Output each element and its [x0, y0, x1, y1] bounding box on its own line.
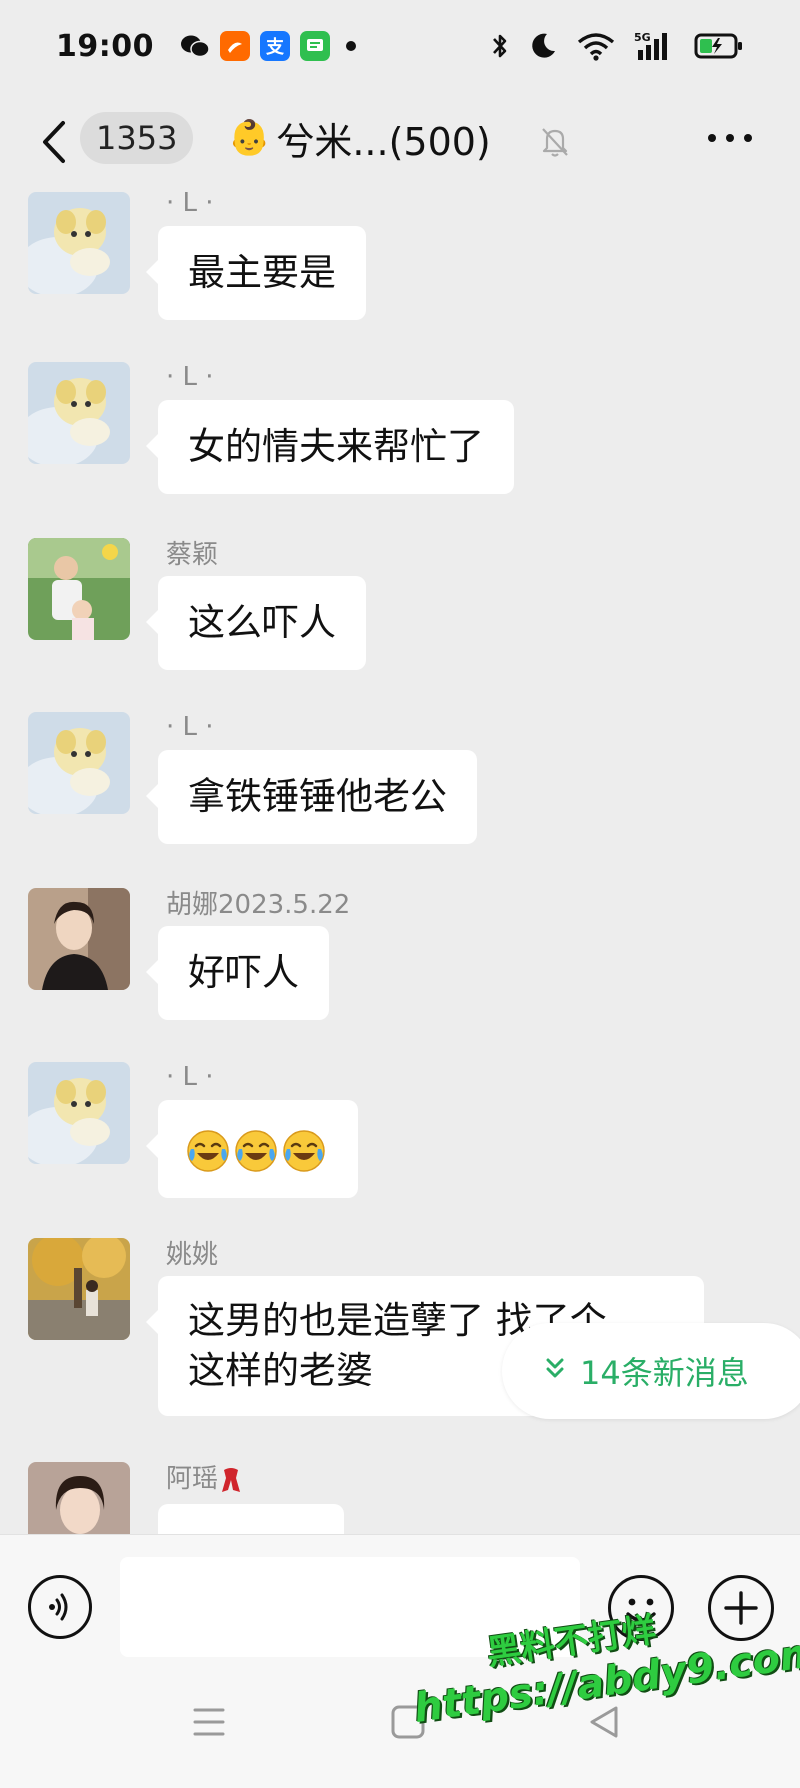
- chat-title-text: 兮米...(500): [276, 119, 491, 164]
- emoji-message-bubble[interactable]: [146, 1100, 358, 1198]
- chat-title[interactable]: 👶 兮米...(500): [228, 110, 491, 166]
- portrait-avatar[interactable]: [28, 888, 130, 990]
- chat-header: 1353 👶 兮米...(500): [0, 92, 800, 192]
- baby-emoji-icon: 👶: [228, 118, 271, 158]
- dot-icon: [708, 134, 716, 142]
- double-chevron-down-icon: [546, 1356, 564, 1386]
- plush-toy-avatar[interactable]: [28, 362, 130, 464]
- message-bubble[interactable]: 女的情夫来帮忙了: [146, 400, 514, 494]
- alipay-icon: 支: [260, 31, 290, 61]
- back-button[interactable]: [34, 118, 74, 166]
- do-not-disturb-moon-icon: [528, 31, 558, 61]
- svg-text:5G: 5G: [634, 31, 651, 44]
- battery-charging-icon: [694, 32, 744, 60]
- wechat-icon: [180, 31, 210, 61]
- notification-dot-icon: [346, 41, 356, 51]
- chevron-left-icon: [43, 121, 65, 163]
- dot-icon: [744, 134, 752, 142]
- crying-laughing-emoji-icon: [235, 1129, 277, 1172]
- voice-input-button[interactable]: [28, 1575, 92, 1639]
- message-bubble[interactable]: 这么吓人: [146, 576, 366, 670]
- crying-laughing-emoji-icon: [283, 1129, 325, 1172]
- sender-name: 姚姚: [166, 1240, 219, 1270]
- crying-laughing-emoji-icon: [187, 1129, 229, 1172]
- message-bubble[interactable]: 好吓人: [146, 926, 329, 1020]
- more-options-button[interactable]: [700, 112, 760, 164]
- red-scarf-icon: [222, 1467, 241, 1492]
- sender-name: · L ·: [166, 362, 214, 392]
- sound-wave-icon: [49, 1593, 68, 1621]
- taobao-icon: [220, 31, 250, 61]
- dot-icon: [726, 134, 734, 142]
- wifi-icon: [576, 31, 616, 61]
- new-messages-button[interactable]: 14条新消息: [502, 1323, 800, 1419]
- woman-portrait-avatar[interactable]: [28, 1462, 130, 1534]
- sender-name: · L ·: [166, 712, 214, 742]
- menu-nav-button[interactable]: [192, 1702, 226, 1746]
- sender-name: 胡娜2023.5.22: [166, 890, 351, 920]
- muted-bell-icon: [538, 124, 572, 162]
- status-indicators: 5G: [490, 30, 744, 62]
- message-bubble[interactable]: [158, 1504, 344, 1534]
- messages-icon: [300, 31, 330, 61]
- message-bubble[interactable]: 拿铁锤锤他老公: [146, 750, 477, 844]
- sender-name: 阿瑶: [166, 1458, 242, 1495]
- new-messages-label: 14条新消息: [580, 1354, 749, 1392]
- autumn-tree-avatar[interactable]: [28, 1238, 130, 1340]
- sender-name: 蔡颖: [166, 540, 219, 570]
- sender-name: · L ·: [166, 192, 214, 218]
- plush-toy-avatar[interactable]: [28, 192, 130, 294]
- status-time: 19:00: [56, 28, 154, 64]
- plush-toy-avatar[interactable]: [28, 1062, 130, 1164]
- status-bar: 19:00 支 5G: [0, 0, 800, 92]
- sender-name: · L ·: [166, 1062, 214, 1092]
- status-app-icons: 支: [180, 31, 356, 61]
- hamburger-menu-icon: [193, 1708, 225, 1736]
- family-photo-avatar[interactable]: [28, 538, 130, 640]
- unread-count-badge[interactable]: 1353: [80, 112, 194, 164]
- cellular-signal-icon: 5G: [634, 30, 676, 62]
- plush-toy-avatar[interactable]: [28, 712, 130, 814]
- bluetooth-icon: [490, 31, 510, 61]
- message-bubble[interactable]: 最主要是: [146, 226, 366, 320]
